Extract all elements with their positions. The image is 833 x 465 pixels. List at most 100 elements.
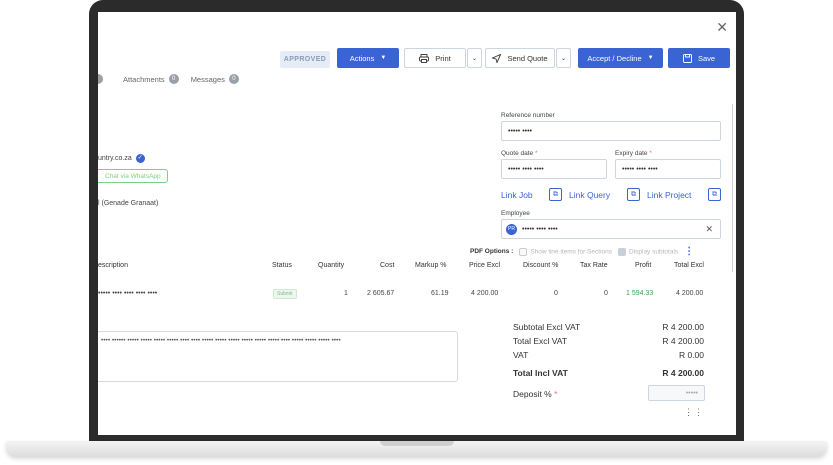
link-query-icon[interactable]: ⧉ bbox=[627, 188, 640, 201]
quote-date-input[interactable]: ••••• •••• •••• bbox=[501, 159, 607, 179]
quote-date-label: Quote date * bbox=[501, 150, 538, 157]
quote-date-label-text: Quote date bbox=[501, 150, 534, 157]
link-job-icon[interactable]: ⧉ bbox=[549, 188, 562, 201]
col-price-excl: Price Excl bbox=[469, 262, 501, 269]
link-query[interactable]: Link Query bbox=[569, 190, 610, 200]
employee-value: ••••• •••• •••• bbox=[522, 225, 558, 233]
col-status: Status bbox=[272, 262, 292, 269]
row-description: ••••• •••• •••• •••• •••• bbox=[98, 290, 158, 297]
drag-handle-icon[interactable]: ⋮⋮ bbox=[684, 408, 704, 417]
col-profit: Profit bbox=[635, 262, 652, 269]
save-button[interactable]: Save bbox=[668, 48, 730, 68]
link-project-icon[interactable]: ⧉ bbox=[708, 188, 721, 201]
tab-messages-label: Messages bbox=[190, 74, 225, 84]
whatsapp-label: Chat via WhatsApp bbox=[105, 172, 161, 180]
col-tax-rate: Tax Rate bbox=[580, 262, 608, 269]
row-quantity: 1 bbox=[344, 290, 348, 297]
reference-label: Reference number bbox=[501, 112, 555, 119]
scrollbar[interactable] bbox=[732, 104, 733, 272]
close-icon[interactable]: ✕ bbox=[716, 20, 728, 34]
notes-text: •••• •••••• ••••• ••••• ••••• ••••• ••••… bbox=[101, 337, 341, 344]
expiry-date-label: Expiry date * bbox=[615, 150, 652, 157]
tab-attachments-count: 0 bbox=[168, 74, 179, 84]
employee-label: Employee bbox=[501, 210, 530, 217]
actions-label: Actions bbox=[349, 53, 375, 63]
chevron-down-icon: ⌄ bbox=[560, 55, 567, 62]
pdf-options: PDF Options : Show line items for Sectio… bbox=[470, 246, 694, 257]
col-cost: Cost bbox=[380, 262, 395, 269]
customer-email: untry.co.za ✓ bbox=[98, 154, 145, 163]
reference-value: ••••• •••• bbox=[508, 127, 533, 135]
accept-decline-label: Accept / Decline bbox=[587, 53, 642, 63]
expiry-date-input[interactable]: ••••• •••• •••• bbox=[615, 159, 721, 179]
tab-messages[interactable]: Messages 0 bbox=[191, 74, 239, 84]
caret-down-icon: ▼ bbox=[647, 55, 654, 61]
deposit-label: Deposit % * bbox=[513, 389, 558, 399]
whatsapp-button[interactable]: Chat via WhatsApp bbox=[98, 169, 168, 183]
row-markup: 61.19 bbox=[431, 290, 449, 297]
send-quote-label: Send Quote bbox=[507, 53, 548, 63]
verified-icon: ✓ bbox=[135, 154, 145, 163]
link-project[interactable]: Link Project bbox=[647, 190, 691, 200]
avatar: PR bbox=[506, 223, 517, 235]
status-badge: Submit bbox=[273, 289, 297, 299]
actions-button[interactable]: Actions ▼ bbox=[337, 48, 399, 68]
send-icon bbox=[492, 53, 502, 63]
deposit-input[interactable]: ••••• bbox=[648, 385, 705, 401]
total-excl-label: Total Excl VAT bbox=[513, 336, 568, 346]
col-total-excl: Total Excl bbox=[674, 262, 704, 269]
chevron-down-icon: ⌄ bbox=[471, 55, 478, 62]
row-cost: 2 605.67 bbox=[367, 290, 395, 297]
save-label: Save bbox=[697, 53, 716, 63]
checkbox-icon bbox=[519, 247, 528, 256]
employee-select[interactable]: PR ••••• •••• •••• ✕ bbox=[501, 219, 721, 239]
tab-attachments-label: Attachments bbox=[123, 74, 165, 84]
row-profit: 1 594.33 bbox=[626, 290, 654, 297]
print-button[interactable]: Print bbox=[404, 48, 466, 68]
col-discount: Discount % bbox=[523, 262, 559, 269]
status-badge: APPROVED bbox=[280, 51, 330, 68]
more-options-icon[interactable]: ⋮ bbox=[684, 246, 694, 257]
send-quote-dropdown[interactable]: ⌄ bbox=[556, 48, 571, 68]
row-tax-rate: 0 bbox=[604, 290, 608, 297]
total-excl-value: R 4 200.00 bbox=[662, 336, 704, 346]
send-quote-button[interactable]: Send Quote bbox=[485, 48, 555, 68]
pdf-options-label: PDF Options : bbox=[470, 248, 514, 255]
caret-down-icon: ▼ bbox=[380, 55, 387, 61]
clear-icon[interactable]: ✕ bbox=[705, 224, 713, 235]
deposit-label-text: Deposit % bbox=[513, 389, 552, 399]
vat-value: R 0.00 bbox=[678, 350, 704, 360]
tab-count-partial bbox=[98, 74, 103, 84]
display-subtotals-label: Display subtotals bbox=[629, 248, 679, 256]
tab-attachments[interactable]: Attachments 0 bbox=[123, 74, 179, 84]
total-incl-label: Total Incl VAT bbox=[513, 368, 568, 378]
show-line-items-label: Show line items for Sections bbox=[530, 248, 612, 256]
customer-email-text: untry.co.za bbox=[98, 155, 132, 162]
customer-contact: l (Genade Granaat) bbox=[98, 200, 159, 207]
print-dropdown[interactable]: ⌄ bbox=[467, 48, 482, 68]
deposit-value: ••••• bbox=[685, 389, 698, 397]
printer-icon bbox=[419, 53, 430, 63]
reference-input[interactable]: ••••• •••• bbox=[501, 121, 721, 141]
row-discount: 0 bbox=[554, 290, 558, 297]
subtotal-label: Subtotal Excl VAT bbox=[513, 322, 581, 332]
expiry-date-value: ••••• •••• •••• bbox=[622, 165, 658, 173]
laptop-notch bbox=[380, 441, 454, 446]
link-job[interactable]: Link Job bbox=[501, 190, 533, 200]
expiry-date-label-text: Expiry date bbox=[615, 150, 648, 157]
display-subtotals-option[interactable]: Display subtotals bbox=[618, 247, 679, 256]
accept-decline-button[interactable]: Accept / Decline ▼ bbox=[578, 48, 663, 68]
tab-bar: Attachments 0 Messages 0 bbox=[98, 74, 239, 84]
checkbox-checked-icon bbox=[618, 247, 626, 256]
row-price-excl: 4 200.00 bbox=[471, 290, 499, 297]
row-total-excl: 4 200.00 bbox=[676, 290, 704, 297]
show-line-items-option[interactable]: Show line items for Sections bbox=[519, 247, 612, 256]
subtotal-value: R 4 200.00 bbox=[662, 322, 704, 332]
print-label: Print bbox=[435, 53, 451, 63]
quote-date-value: ••••• •••• •••• bbox=[508, 165, 544, 173]
tab-messages-count: 0 bbox=[228, 74, 239, 84]
col-quantity: Quantity bbox=[318, 262, 345, 269]
col-description: escription bbox=[98, 262, 128, 269]
save-icon bbox=[682, 53, 692, 63]
notes-textarea[interactable]: •••• •••••• ••••• ••••• ••••• ••••• ••••… bbox=[98, 331, 458, 382]
